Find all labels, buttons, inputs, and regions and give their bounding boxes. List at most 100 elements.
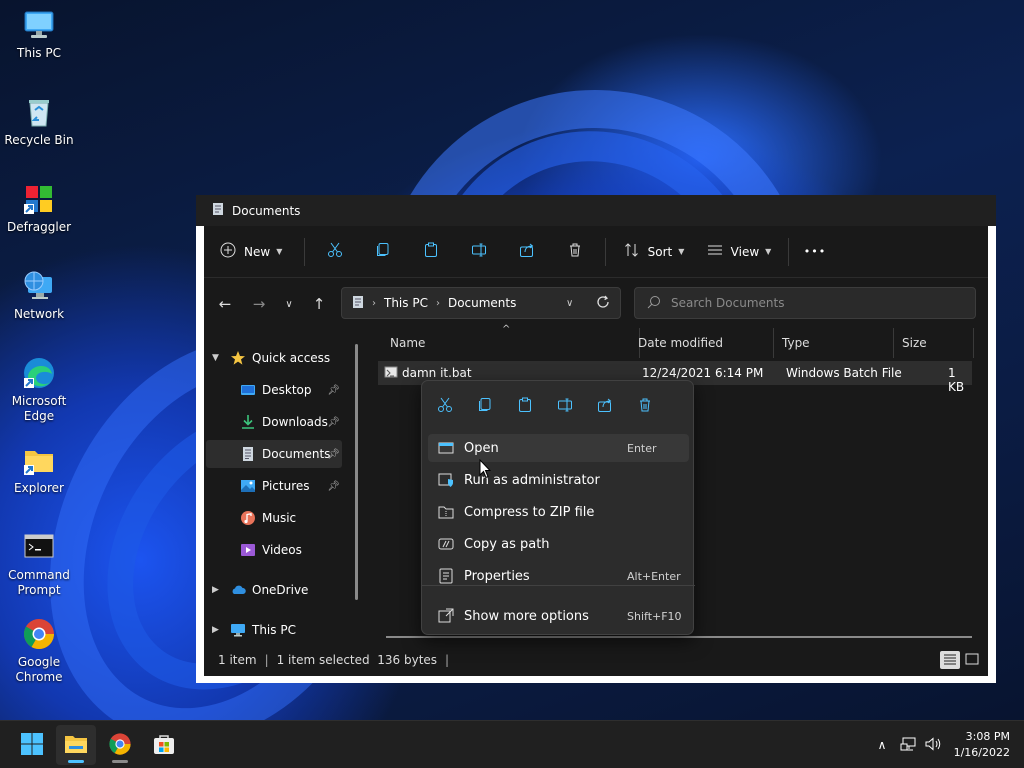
taskbar-store[interactable] bbox=[144, 725, 184, 765]
forward-button[interactable]: → bbox=[246, 290, 272, 318]
desktop-icon-this-pc[interactable]: This PC bbox=[4, 8, 74, 61]
desktop-icon-label: Recycle Bin bbox=[4, 133, 74, 147]
chrome-icon bbox=[22, 617, 56, 651]
trash-icon bbox=[567, 242, 583, 261]
search-input[interactable] bbox=[671, 296, 961, 310]
desktop-icon-defraggler[interactable]: Defraggler bbox=[4, 182, 74, 235]
nav-quick-access[interactable]: ▼ Quick access bbox=[206, 344, 342, 372]
nav-downloads[interactable]: Downloads 📌︎ bbox=[206, 408, 342, 436]
column-header-date[interactable]: Date modified bbox=[630, 328, 774, 358]
rename-button[interactable] bbox=[455, 236, 503, 268]
menu-item-label: Copy as path bbox=[464, 536, 550, 552]
navpane-scrollbar[interactable] bbox=[355, 344, 358, 600]
folder-icon bbox=[22, 443, 56, 477]
context-open[interactable]: Open Enter bbox=[428, 434, 689, 462]
nav-videos[interactable]: Videos bbox=[206, 536, 342, 564]
context-menu: Open Enter Run as administrator Compress… bbox=[421, 380, 695, 635]
nav-desktop[interactable]: Desktop 📌︎ bbox=[206, 376, 342, 404]
search-box[interactable] bbox=[634, 287, 976, 319]
context-share-button[interactable] bbox=[592, 393, 618, 419]
chevron-down-icon: ∨ bbox=[285, 298, 293, 310]
toolbar-divider bbox=[788, 237, 789, 266]
column-header-size[interactable]: Size bbox=[894, 328, 974, 358]
paste-button[interactable] bbox=[407, 236, 455, 268]
command-bar: New ▼ Sort ▼ View ▼ ••• bbox=[204, 226, 988, 278]
nav-item-label: Videos bbox=[262, 543, 302, 557]
monitor-icon bbox=[230, 622, 246, 638]
nav-pictures[interactable]: Pictures 📌︎ bbox=[206, 472, 342, 500]
chevron-right-icon: ▶ bbox=[212, 625, 219, 635]
context-copy-button[interactable] bbox=[472, 393, 498, 419]
breadcrumb-documents[interactable]: Documents bbox=[448, 296, 516, 310]
shortcut-hint: Alt+Enter bbox=[627, 569, 681, 583]
context-delete-button[interactable] bbox=[632, 393, 658, 419]
desktop-icon-recycle-bin[interactable]: Recycle Bin bbox=[4, 95, 74, 148]
store-bag-icon bbox=[152, 732, 176, 759]
cloud-icon bbox=[230, 582, 246, 598]
pin-icon: 📌︎ bbox=[327, 416, 340, 428]
volume-button[interactable] bbox=[923, 735, 943, 755]
context-show-more-options[interactable]: Show more options Shift+F10 bbox=[428, 602, 689, 630]
up-button[interactable]: ↑ bbox=[306, 290, 332, 318]
nav-music[interactable]: Music bbox=[206, 504, 342, 532]
more-options-button[interactable]: ••• bbox=[795, 236, 835, 268]
nav-onedrive[interactable]: ▶ OneDrive bbox=[206, 576, 342, 604]
window-titlebar[interactable]: Documents bbox=[196, 195, 996, 226]
context-compress-zip[interactable]: Compress to ZIP file bbox=[428, 498, 689, 526]
taskbar-clock[interactable]: 3:08 PM 1/16/2022 bbox=[954, 729, 1010, 761]
desktop-icon-explorer[interactable]: Explorer bbox=[4, 443, 74, 496]
toolbar-divider bbox=[605, 237, 606, 266]
running-indicator bbox=[112, 760, 128, 763]
chevron-down-icon: ▼ bbox=[276, 247, 283, 256]
view-label: View bbox=[730, 244, 760, 259]
desktop-icon-label: Network bbox=[13, 307, 65, 321]
network-status-button[interactable] bbox=[899, 735, 919, 755]
breadcrumb-this-pc[interactable]: This PC bbox=[384, 296, 428, 310]
document-folder-icon bbox=[352, 295, 364, 312]
context-rename-button[interactable] bbox=[552, 393, 578, 419]
context-paste-button[interactable] bbox=[512, 393, 538, 419]
desktop-icon-label: This PC bbox=[17, 46, 61, 60]
start-button[interactable] bbox=[12, 725, 52, 765]
running-indicator bbox=[68, 760, 84, 763]
cut-button[interactable] bbox=[311, 236, 359, 268]
tiles-view-button[interactable] bbox=[962, 651, 982, 669]
windows-logo-icon bbox=[20, 732, 44, 759]
properties-icon bbox=[438, 568, 454, 584]
details-view-button[interactable] bbox=[940, 651, 960, 669]
address-history-button[interactable]: ∨ bbox=[566, 298, 573, 309]
delete-button[interactable] bbox=[551, 236, 599, 268]
copy-button[interactable] bbox=[359, 236, 407, 268]
column-header-type[interactable]: Type bbox=[774, 328, 894, 358]
view-button[interactable]: View ▼ bbox=[696, 236, 782, 268]
taskbar-file-explorer[interactable] bbox=[56, 725, 96, 765]
context-run-as-admin[interactable]: Run as administrator bbox=[428, 466, 689, 494]
address-bar[interactable]: › This PC › Documents ∨ bbox=[341, 287, 621, 319]
desktop-icon-chrome[interactable]: Google Chrome bbox=[4, 617, 74, 685]
menu-item-label: Properties bbox=[464, 568, 530, 584]
refresh-button[interactable] bbox=[596, 295, 610, 312]
nav-item-label: Desktop bbox=[262, 383, 312, 397]
terminal-icon bbox=[22, 530, 56, 564]
nav-documents[interactable]: Documents 📌︎ bbox=[206, 440, 342, 468]
desktop-icon-label: Google Chrome bbox=[15, 655, 63, 684]
nav-this-pc[interactable]: ▶ This PC bbox=[206, 616, 342, 644]
context-cut-button[interactable] bbox=[432, 393, 458, 419]
taskbar-chrome[interactable] bbox=[100, 725, 140, 765]
column-header-name[interactable]: Name bbox=[382, 328, 640, 358]
context-copy-as-path[interactable]: Copy as path bbox=[428, 530, 689, 558]
sort-button[interactable]: Sort ▼ bbox=[612, 236, 696, 268]
nav-item-label: Downloads bbox=[262, 415, 328, 429]
desktop-icon-edge[interactable]: Microsoft Edge bbox=[4, 356, 74, 424]
chevron-down-icon: ▼ bbox=[212, 353, 219, 363]
desktop-icon-command-prompt[interactable]: Command Prompt bbox=[4, 530, 74, 598]
back-button[interactable]: ← bbox=[212, 290, 238, 318]
monitor-icon bbox=[22, 8, 56, 42]
share-button[interactable] bbox=[503, 236, 551, 268]
recent-locations-button[interactable]: ∨ bbox=[276, 290, 302, 318]
horizontal-scrollbar[interactable] bbox=[386, 636, 972, 638]
item-count: 1 item bbox=[218, 653, 257, 667]
new-button[interactable]: New ▼ bbox=[220, 236, 298, 268]
desktop-icon-network[interactable]: Network bbox=[4, 269, 74, 322]
show-hidden-icons-button[interactable]: ∧ bbox=[872, 735, 892, 755]
